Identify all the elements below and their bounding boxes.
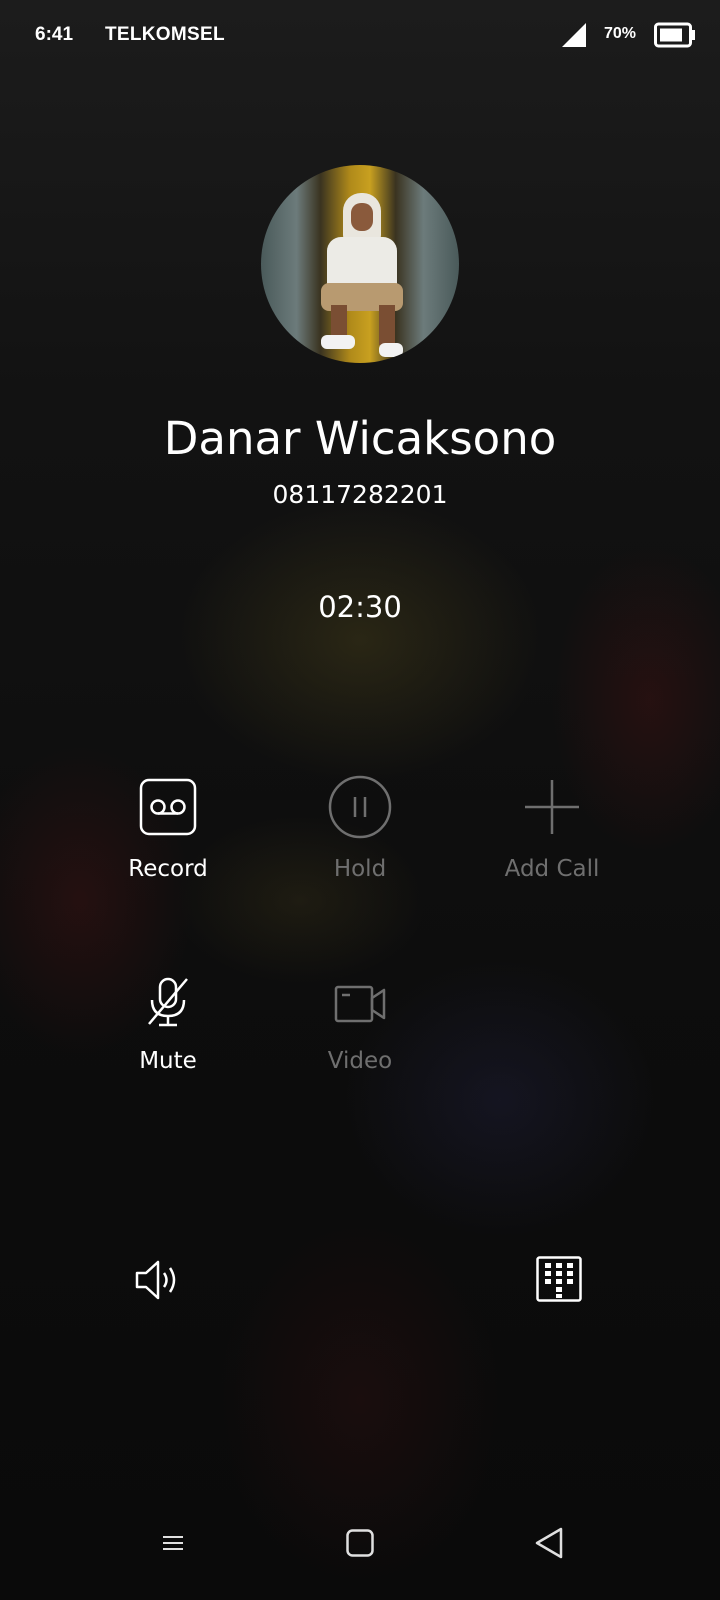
battery-icon	[654, 22, 695, 48]
caller-number: 08117282201	[272, 480, 448, 509]
status-bar: 6:41 TELKOMSEL 70%	[0, 0, 720, 70]
back-icon[interactable]	[534, 1527, 564, 1559]
battery-percent: 70%	[604, 25, 637, 42]
keypad-icon[interactable]	[536, 1256, 582, 1302]
cell-signal-icon	[562, 23, 586, 47]
record-label: Record	[128, 856, 208, 882]
carrier-name: TELKOMSEL	[105, 24, 225, 45]
record-button[interactable]: Record	[78, 770, 258, 890]
call-duration: 02:30	[318, 590, 402, 624]
menu-icon[interactable]	[163, 1535, 183, 1551]
add-call-label: Add Call	[504, 856, 600, 882]
speaker-icon[interactable]	[134, 1258, 184, 1302]
mic-off-icon	[148, 977, 188, 1027]
plus-icon	[525, 780, 579, 834]
hold-button[interactable]: Hold	[270, 770, 450, 890]
video-label: Video	[327, 1048, 393, 1074]
add-call-button[interactable]: Add Call	[462, 770, 642, 890]
home-icon[interactable]	[346, 1529, 374, 1557]
video-camera-icon	[334, 985, 386, 1023]
pause-icon	[328, 775, 392, 839]
status-time: 6:41	[35, 24, 74, 45]
video-button[interactable]: Video	[270, 970, 450, 1090]
caller-name: Danar Wicaksono	[163, 412, 557, 465]
navigation-bar	[0, 1520, 720, 1580]
record-icon	[139, 778, 197, 836]
caller-avatar	[261, 165, 459, 363]
mute-label: Mute	[139, 1048, 197, 1074]
hold-label: Hold	[333, 856, 387, 882]
mute-button[interactable]: Mute	[78, 970, 258, 1090]
